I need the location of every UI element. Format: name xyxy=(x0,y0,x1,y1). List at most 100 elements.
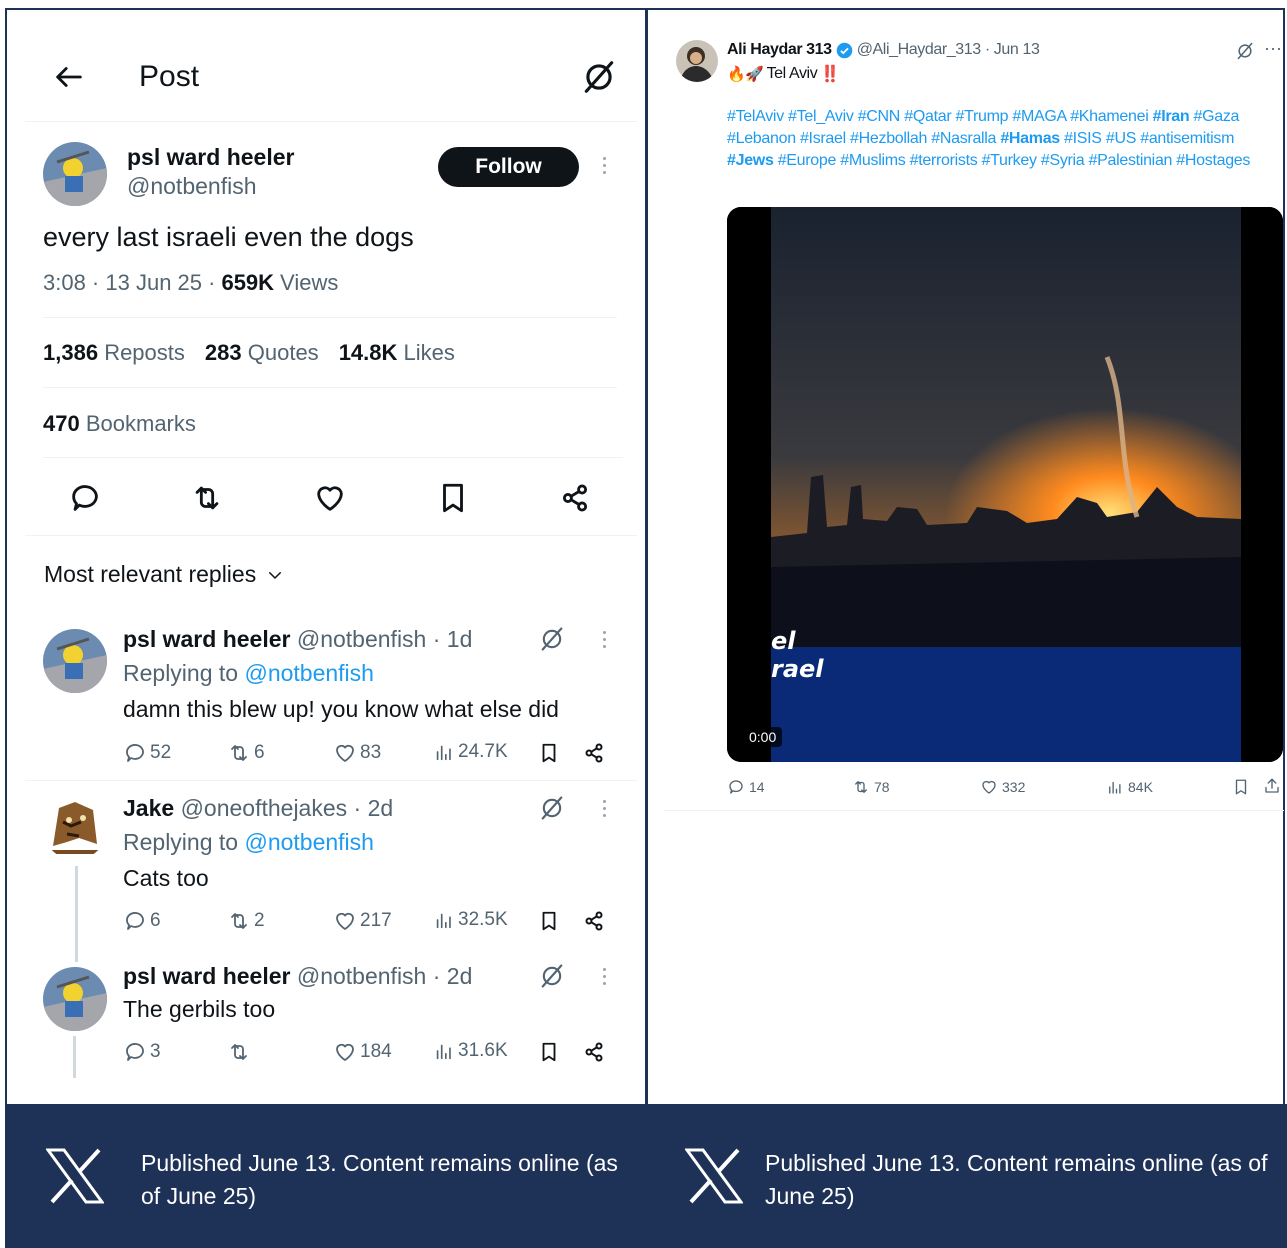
hashtag-link[interactable]: #ISIS xyxy=(1064,130,1102,147)
follow-button[interactable]: Follow xyxy=(438,147,579,187)
grok-icon[interactable] xyxy=(538,625,566,653)
more-options-icon[interactable] xyxy=(603,631,607,652)
reply-views[interactable]: 31.6K xyxy=(433,1040,508,1062)
hashtag-link[interactable]: #TelAviv xyxy=(727,108,784,125)
hashtag-link[interactable]: #Palestinian xyxy=(1089,152,1173,169)
repost-icon xyxy=(231,913,247,929)
comment-icon xyxy=(126,912,144,930)
hashtag-link[interactable]: #Jews xyxy=(727,152,774,169)
video-player[interactable]: el rael 0:00 xyxy=(727,207,1283,762)
hashtag-link[interactable]: #US xyxy=(1106,130,1137,147)
post-meta: 3:08 · 13 Jun 25 · 659K Views xyxy=(43,270,338,296)
author-avatar[interactable] xyxy=(676,40,718,82)
reply-header: psl ward heeler @notbenfish · 1d xyxy=(123,626,472,653)
reply-reposts[interactable] xyxy=(227,1040,254,1064)
reply-author-name[interactable]: psl ward heeler xyxy=(123,626,290,652)
reply-views[interactable]: 24.7K xyxy=(433,741,508,763)
reply-meta: @notbenfish · 2d xyxy=(296,963,473,989)
more-options-icon[interactable] xyxy=(603,800,607,821)
avatar[interactable] xyxy=(43,629,107,693)
panel-divider xyxy=(645,8,648,1106)
grok-icon[interactable] xyxy=(580,58,618,96)
hashtag-link[interactable]: #Tel_Aviv xyxy=(788,108,854,125)
reply-reposts[interactable]: 6 xyxy=(227,741,265,765)
double-exclamation-icon: ‼️ xyxy=(820,66,840,83)
hashtag-link[interactable]: #Muslims xyxy=(840,152,905,169)
views-count: 659K xyxy=(221,270,275,295)
hashtag-link[interactable]: #Hezbollah xyxy=(850,130,927,147)
hashtag-link[interactable]: #Turkey xyxy=(982,152,1037,169)
reply-comments[interactable]: 52 xyxy=(123,741,171,765)
grok-icon[interactable] xyxy=(538,962,566,990)
hashtag-link[interactable]: #MAGA xyxy=(1012,108,1066,125)
hashtag-link[interactable]: #Iran xyxy=(1153,108,1190,125)
share-icon[interactable] xyxy=(582,909,606,933)
likes-stat[interactable]: 14.8K Likes xyxy=(339,340,455,366)
hashtag-link[interactable]: #Khamenei xyxy=(1070,108,1149,125)
hashtag-link[interactable]: #Israel xyxy=(800,130,846,147)
author-name[interactable]: Ali Haydar 313 xyxy=(727,41,832,59)
reply-likes[interactable]: 83 xyxy=(333,741,381,765)
bookmark-icon[interactable] xyxy=(1232,778,1250,796)
post-subtitle: 🔥🚀 Tel Aviv ‼️ xyxy=(727,64,840,84)
reposts-count[interactable]: 78 xyxy=(852,778,890,796)
replying-to-link[interactable]: @notbenfish xyxy=(244,660,374,686)
bookmark-icon[interactable] xyxy=(436,481,470,515)
share-icon[interactable] xyxy=(582,741,606,765)
hashtag-link[interactable]: #Qatar xyxy=(904,108,951,125)
bookmark-icon[interactable] xyxy=(538,1040,560,1064)
reply-author-name[interactable]: psl ward heeler xyxy=(123,963,290,989)
share-icon[interactable] xyxy=(1263,777,1281,795)
reply-likes[interactable]: 184 xyxy=(333,1040,392,1064)
views-count[interactable]: 84K xyxy=(1106,778,1153,796)
reply-comments[interactable]: 3 xyxy=(123,1040,161,1064)
reply-author-name[interactable]: Jake xyxy=(123,795,174,821)
hashtag-link[interactable]: #Europe xyxy=(778,152,837,169)
reply-reposts[interactable]: 2 xyxy=(227,909,265,933)
reply-text: damn this blew up! you know what else di… xyxy=(123,696,559,722)
hashtag-link[interactable]: #Lebanon xyxy=(727,130,796,147)
hashtag-link[interactable]: #antisemitism xyxy=(1140,130,1234,147)
like-icon[interactable] xyxy=(313,481,347,515)
hashtag-link[interactable]: #CNN xyxy=(858,108,901,125)
avatar[interactable] xyxy=(43,967,107,1031)
video-overlay-text: el rael xyxy=(771,627,824,683)
reposts-stat[interactable]: 1,386 Reposts xyxy=(43,340,185,366)
more-options-icon[interactable] xyxy=(603,968,607,989)
likes-count[interactable]: 332 xyxy=(980,778,1025,796)
reply-likes[interactable]: 217 xyxy=(333,909,392,933)
bookmarks-stat[interactable]: 470 Bookmarks xyxy=(43,411,196,437)
hashtag-link[interactable]: #terrorists xyxy=(910,152,978,169)
hashtag-link[interactable]: #Gaza xyxy=(1194,108,1240,125)
author-avatar[interactable] xyxy=(43,142,107,206)
bookmark-icon[interactable] xyxy=(538,741,560,765)
author-handle[interactable]: @notbenfish xyxy=(127,173,257,200)
hashtag-link[interactable]: #Nasralla xyxy=(931,130,996,147)
reply-views[interactable]: 32.5K xyxy=(433,909,508,931)
bookmark-icon[interactable] xyxy=(538,909,560,933)
repost-icon xyxy=(855,781,867,793)
grok-icon[interactable] xyxy=(538,794,566,822)
hashtag-link[interactable]: #Syria xyxy=(1041,152,1085,169)
like-icon xyxy=(336,912,354,930)
replies-sort-dropdown[interactable]: Most relevant replies xyxy=(44,561,284,588)
back-arrow-icon[interactable] xyxy=(52,60,86,94)
hashtag-link[interactable]: #Hamas xyxy=(1000,130,1060,147)
avatar[interactable] xyxy=(43,796,107,860)
reply-header: Jake @oneofthejakes · 2d xyxy=(123,795,393,822)
repost-icon[interactable] xyxy=(190,481,224,515)
more-options-icon[interactable] xyxy=(603,157,607,178)
quotes-stat[interactable]: 283 Quotes xyxy=(205,340,319,366)
reply-icon[interactable] xyxy=(68,481,102,515)
replying-to-link[interactable]: @notbenfish xyxy=(244,829,374,855)
comment-icon xyxy=(729,780,743,794)
hashtag-link[interactable]: #Hostages xyxy=(1176,152,1250,169)
reply-comments[interactable]: 6 xyxy=(123,909,161,933)
grok-icon[interactable] xyxy=(1235,41,1255,61)
share-icon[interactable] xyxy=(558,481,592,515)
author-name[interactable]: psl ward heeler xyxy=(127,144,294,171)
share-icon[interactable] xyxy=(582,1040,606,1064)
comments-count[interactable]: 14 xyxy=(727,778,765,796)
hashtag-link[interactable]: #Trump xyxy=(956,108,1009,125)
more-options-icon[interactable]: ··· xyxy=(1264,38,1282,59)
